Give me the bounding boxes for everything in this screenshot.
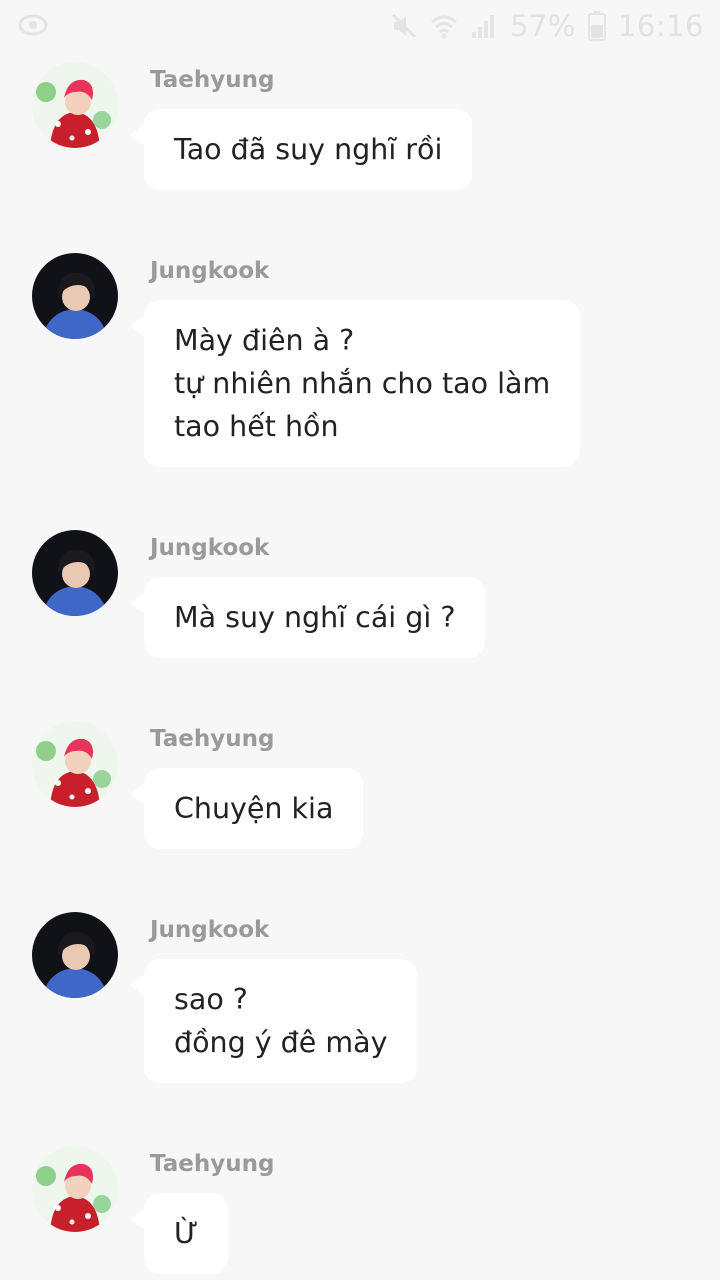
sender-name: Jungkook (150, 258, 270, 284)
message-bubble[interactable]: sao ? đồng ý đê mày (129, 959, 418, 1083)
message-bubble[interactable]: Chuyện kia (129, 768, 364, 849)
status-bar: 57% 16:16 (0, 0, 720, 52)
jungkook-avatar[interactable] (32, 530, 118, 616)
eye-icon (18, 14, 48, 36)
jungkook-avatar[interactable] (32, 253, 118, 339)
battery-percent: 57% (509, 9, 576, 43)
message-bubble[interactable]: Mà suy nghĩ cái gì ? (129, 577, 486, 658)
taehyung-avatar[interactable] (32, 62, 118, 148)
battery-icon (587, 11, 606, 41)
message-bubble[interactable]: Mày điên à ? tự nhiên nhắn cho tao làm t… (129, 300, 581, 467)
mute-icon (391, 13, 417, 39)
sender-name: Jungkook (150, 535, 270, 561)
sender-name: Taehyung (150, 1151, 275, 1177)
message-bubble[interactable]: Ừ (129, 1193, 229, 1274)
status-icons: 57% 16:16 (390, 8, 704, 44)
taehyung-avatar[interactable] (32, 721, 118, 807)
clock: 16:16 (617, 9, 704, 43)
signal-icon (471, 15, 494, 38)
wifi-icon (430, 15, 457, 39)
sender-name: Taehyung (150, 726, 275, 752)
message-bubble[interactable]: Tao đã suy nghĩ rồi (129, 109, 473, 190)
taehyung-avatar[interactable] (32, 1146, 118, 1232)
sender-name: Jungkook (150, 917, 270, 943)
jungkook-avatar[interactable] (32, 912, 118, 998)
sender-name: Taehyung (150, 67, 275, 93)
